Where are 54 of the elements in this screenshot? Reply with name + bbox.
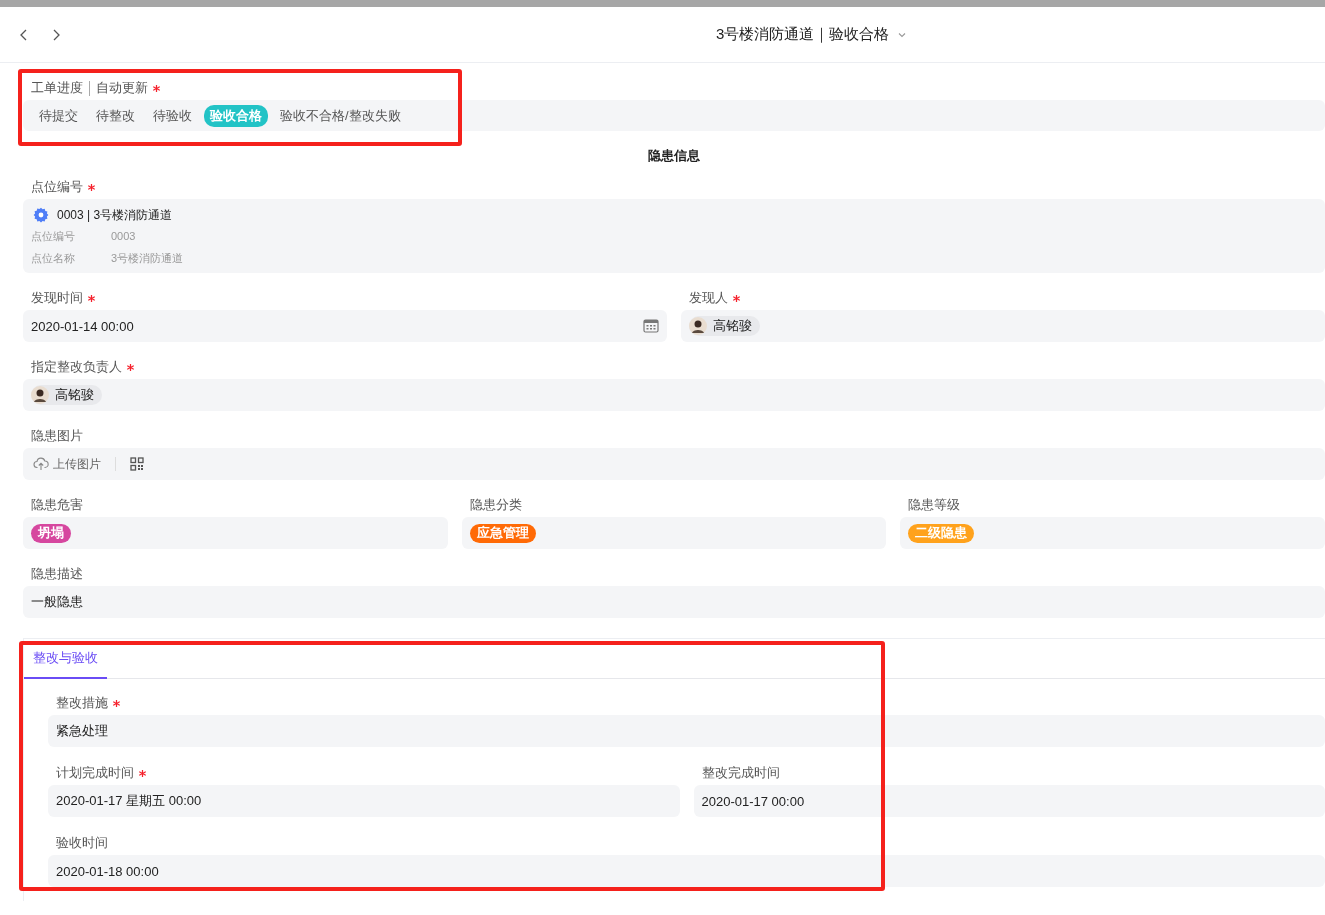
- field-label: 指定整改负责人: [31, 358, 122, 376]
- field-value: 2020-01-17 00:00: [701, 793, 805, 809]
- person-field[interactable]: 高铭骏: [681, 310, 1325, 342]
- field-value: 一般隐患: [31, 593, 83, 611]
- qr-code-icon[interactable]: [130, 457, 144, 471]
- tag: 二级隐患: [908, 523, 975, 543]
- field-label: 整改完成时间: [701, 764, 780, 782]
- person-chip[interactable]: 高铭骏: [689, 316, 760, 336]
- field-label: 隐患危害: [31, 496, 83, 514]
- tag-field[interactable]: 坍塌: [23, 517, 448, 549]
- section-title: 隐患信息: [648, 148, 700, 163]
- field-value: 2020-01-18 00:00: [56, 863, 159, 879]
- text-field[interactable]: 2020-01-17 星期五 00:00: [48, 785, 680, 817]
- field-value: 0003 | 3号楼消防通道: [57, 206, 173, 224]
- avatar-icon: [689, 317, 707, 335]
- person-field[interactable]: 高铭骏: [23, 379, 1325, 411]
- progress-step[interactable]: 待验收: [147, 104, 198, 127]
- field-label: 隐患等级: [908, 496, 961, 514]
- field-label: 发现人: [689, 289, 728, 307]
- avatar-icon: [31, 386, 49, 404]
- field-value: 2020-01-14 00:00: [31, 318, 134, 334]
- field-label: 计划完成时间: [56, 764, 134, 782]
- upload-cloud-icon: [33, 457, 49, 471]
- text-field[interactable]: 2020-01-17 00:00: [693, 785, 1325, 817]
- tab[interactable]: 整改与验收: [24, 639, 107, 679]
- detail-label: 点位名称: [31, 250, 76, 266]
- calendar-icon[interactable]: [643, 319, 659, 333]
- field-label: 自动更新: [96, 79, 148, 97]
- field-label: 工单进度: [31, 79, 83, 97]
- field-label: 整改措施: [56, 694, 108, 712]
- upload-button[interactable]: 上传图片: [31, 455, 101, 473]
- date-field[interactable]: 2020-01-14 00:00: [23, 310, 667, 342]
- progress-step[interactable]: 待提交: [33, 104, 84, 127]
- field-value: 紧急处理: [56, 722, 108, 740]
- text-field[interactable]: 紧急处理: [48, 715, 1325, 747]
- progress-step[interactable]: 待整改: [90, 104, 141, 127]
- tag: 坍塌: [31, 523, 71, 543]
- page-title: 3号楼消防通道｜验收合格: [716, 25, 890, 44]
- text-field[interactable]: 2020-01-18 00:00: [48, 855, 1325, 887]
- point-field[interactable]: 0003 | 3号楼消防通道 点位编号 0003 点位名称 3号楼消防通道: [23, 199, 1325, 273]
- text-field[interactable]: 一般隐患: [23, 586, 1325, 618]
- progress-step[interactable]: 验收不合格/整改失败: [274, 104, 407, 127]
- person-chip[interactable]: 高铭骏: [31, 385, 102, 405]
- field-label: 隐患图片: [31, 427, 83, 445]
- field-label: 隐患分类: [469, 496, 522, 514]
- tag: 应急管理: [469, 523, 536, 543]
- gear-icon: [33, 207, 49, 223]
- detail-label: 点位编号: [31, 228, 76, 244]
- field-value: 2020-01-17 星期五 00:00: [56, 792, 202, 810]
- field-label: 点位编号: [31, 178, 83, 196]
- field-label: 验收时间: [56, 834, 108, 852]
- field-label: 发现时间: [31, 289, 83, 307]
- detail-value: 3号楼消防通道: [111, 250, 184, 266]
- field-label: 隐患描述: [31, 565, 83, 583]
